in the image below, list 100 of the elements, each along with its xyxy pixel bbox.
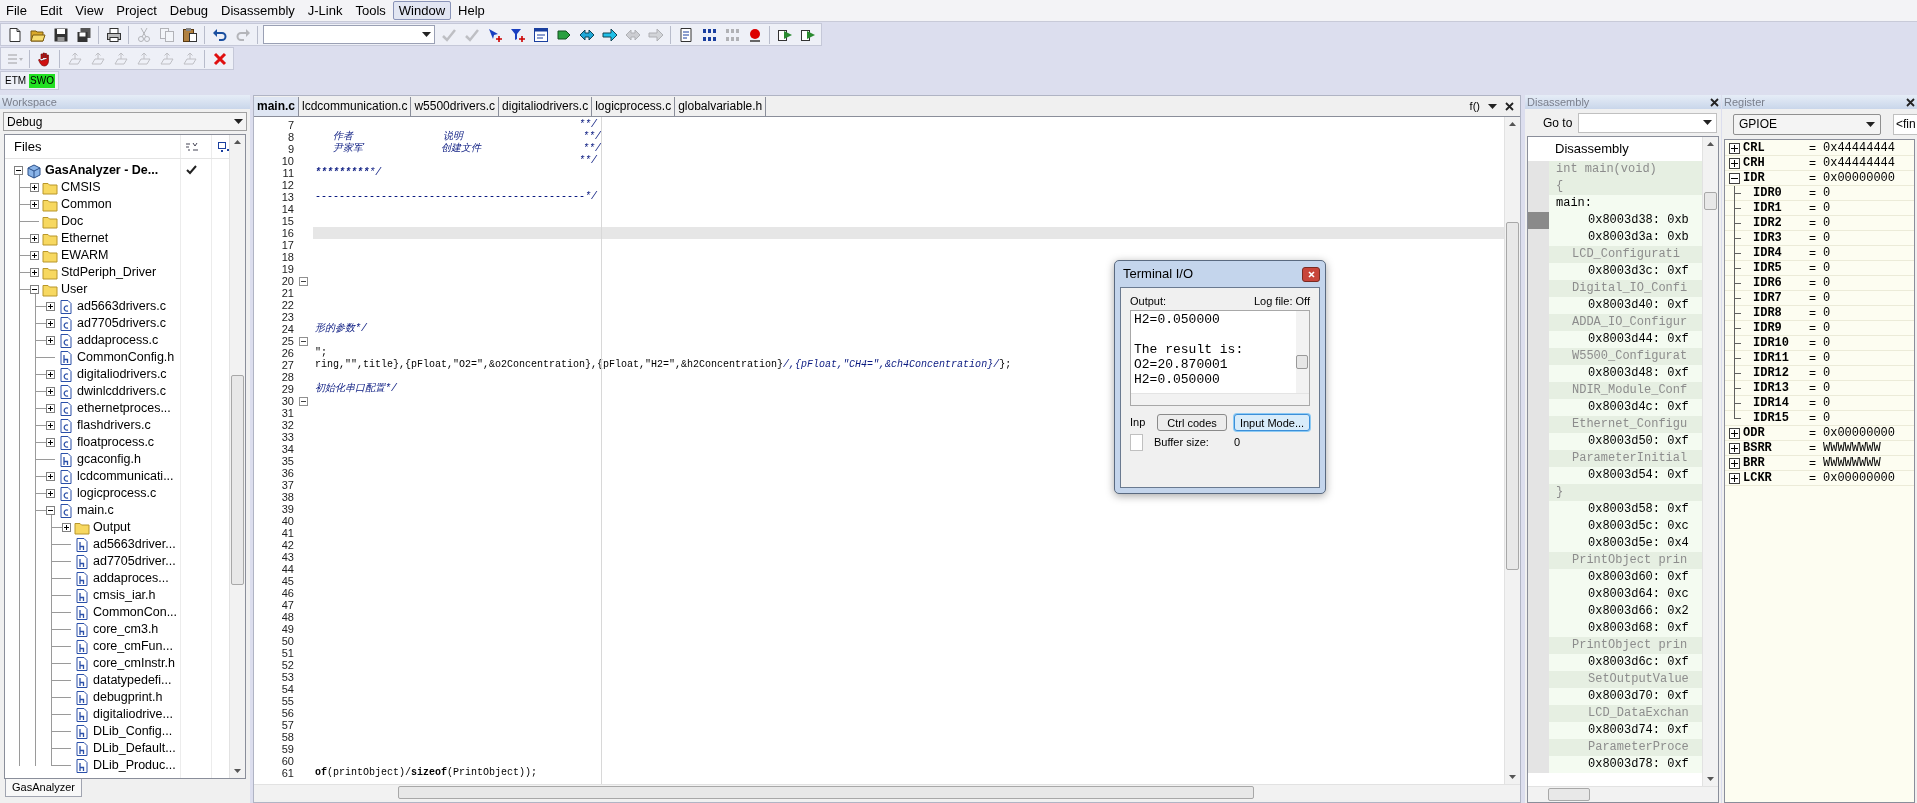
trace-toggle[interactable]: ETM xyxy=(4,73,28,88)
vertical-scrollbar[interactable] xyxy=(1296,311,1309,393)
down-arrow-icon[interactable] xyxy=(234,769,241,773)
scroll-thumb[interactable] xyxy=(1296,355,1308,369)
tree-item[interactable]: CMSIS xyxy=(61,180,101,195)
expand-toggle[interactable] xyxy=(1728,142,1740,154)
expand-toggle[interactable] xyxy=(30,268,39,277)
dropdown-field[interactable] xyxy=(263,25,435,44)
save-all-icon[interactable] xyxy=(75,26,92,43)
editor-tab[interactable]: globalvariable.h xyxy=(675,97,767,116)
editor-tab[interactable]: lcdcommunication.c xyxy=(299,97,412,116)
tree-item[interactable]: core_cmInstr.h xyxy=(93,656,175,671)
collapse-icon[interactable] xyxy=(299,396,308,406)
close-icon[interactable] xyxy=(1906,97,1915,107)
tree-item[interactable]: lcdcommunicati... xyxy=(77,469,174,484)
new-file-icon[interactable] xyxy=(6,26,23,43)
menu-item[interactable]: File xyxy=(0,1,33,20)
expand-toggle[interactable] xyxy=(46,302,55,311)
workspace-tab[interactable]: GasAnalyzer xyxy=(5,779,82,797)
editor-tab[interactable]: w5500drivers.c xyxy=(411,97,500,116)
expand-toggle[interactable] xyxy=(46,404,55,413)
tree-item[interactable]: GasAnalyzer - De... xyxy=(45,163,159,178)
tree-item[interactable]: CommonCon... xyxy=(93,605,178,620)
menu-item[interactable]: Tools xyxy=(349,1,392,20)
expand-toggle[interactable] xyxy=(46,370,55,379)
expand-toggle[interactable] xyxy=(1728,157,1740,169)
menu-item[interactable]: Window xyxy=(392,1,452,20)
funnel-plus-icon[interactable] xyxy=(509,26,526,43)
expand-toggle[interactable] xyxy=(46,387,55,396)
expand-toggle[interactable] xyxy=(30,251,39,260)
tree-item[interactable]: CommonConfig.h xyxy=(77,350,175,365)
horizontal-scrollbar[interactable] xyxy=(254,784,1520,800)
up-arrow-icon[interactable] xyxy=(1707,142,1714,146)
editor-tab[interactable]: digitaliodrivers.c xyxy=(499,97,593,116)
tree-item[interactable]: EWARM xyxy=(61,248,109,263)
goto-field[interactable] xyxy=(1578,112,1717,133)
tree-item[interactable]: floatprocess.c xyxy=(77,435,155,450)
editor-tab[interactable]: main.c xyxy=(254,97,299,116)
scroll-thumb[interactable] xyxy=(1548,788,1590,801)
expand-toggle[interactable] xyxy=(30,183,39,192)
dot-grid-icon[interactable] xyxy=(700,26,717,43)
up-arrow-icon[interactable] xyxy=(234,140,241,144)
tree-item[interactable]: ethernetproces... xyxy=(77,401,171,416)
tree-item[interactable]: core_cmFun... xyxy=(93,639,173,654)
expand-toggle[interactable] xyxy=(46,489,55,498)
expand-toggle[interactable] xyxy=(62,523,71,532)
tree-item[interactable]: dwinlcddrivers.c xyxy=(77,384,166,399)
expand-toggle[interactable] xyxy=(46,506,55,515)
save-icon[interactable] xyxy=(52,26,69,43)
tree-item[interactable]: debugprint.h xyxy=(93,690,163,705)
vertical-scrollbar[interactable] xyxy=(229,135,245,778)
expand-toggle[interactable] xyxy=(1728,442,1740,454)
tree-item[interactable]: addaproces... xyxy=(93,571,169,586)
menu-item[interactable]: J-Link xyxy=(301,1,349,20)
editor-tab[interactable]: logicprocess.c xyxy=(592,97,676,116)
up-arrow-icon[interactable] xyxy=(1509,122,1516,126)
scroll-thumb[interactable] xyxy=(398,786,1254,799)
document-lines-icon[interactable] xyxy=(677,26,694,43)
tree-item[interactable]: DLib_Config... xyxy=(93,724,173,739)
pointer-plus-icon[interactable] xyxy=(486,26,503,43)
menu-item[interactable]: Disassembly xyxy=(215,1,301,20)
x-mark-icon[interactable] xyxy=(211,50,228,67)
menu-item[interactable]: Edit xyxy=(33,1,69,20)
tree-item[interactable]: Ethernet xyxy=(61,231,109,246)
collapse-icon[interactable] xyxy=(299,336,308,346)
expand-toggle[interactable] xyxy=(30,234,39,243)
tree-item[interactable]: flashdrivers.c xyxy=(77,418,151,433)
tree-item[interactable]: User xyxy=(61,282,88,297)
find-field[interactable]: <fin xyxy=(1893,113,1917,135)
column-header[interactable]: Disassembly xyxy=(1555,139,1629,159)
scroll-thumb[interactable] xyxy=(1506,222,1519,570)
tree-item[interactable]: addaprocess.c xyxy=(77,333,159,348)
close-button[interactable] xyxy=(1302,266,1320,282)
tree-item[interactable]: StdPeriph_Driver xyxy=(61,265,157,280)
down-arrow-icon[interactable] xyxy=(1509,775,1516,779)
tree-item[interactable]: DLib_Produc... xyxy=(93,758,176,773)
dialog-button[interactable]: Input Mode... xyxy=(1234,414,1310,431)
tree-item[interactable]: datatypedefi... xyxy=(93,673,172,688)
paste-icon[interactable] xyxy=(181,26,198,43)
expand-toggle[interactable] xyxy=(1728,427,1740,439)
tree-item[interactable]: cmsis_iar.h xyxy=(93,588,156,603)
tree-item[interactable]: ad5663drivers.c xyxy=(77,299,166,314)
function-label[interactable]: f() xyxy=(1469,97,1480,115)
input-field[interactable] xyxy=(1130,434,1143,451)
tree-item[interactable]: main.c xyxy=(77,503,114,518)
tree-item[interactable]: ad7705drivers.c xyxy=(77,316,166,331)
options-icon[interactable] xyxy=(217,141,231,153)
vertical-scrollbar[interactable] xyxy=(1504,117,1520,784)
sort-icon[interactable] xyxy=(185,141,199,153)
expand-toggle[interactable] xyxy=(1728,472,1740,484)
expand-toggle[interactable] xyxy=(46,421,55,430)
expand-toggle[interactable] xyxy=(46,336,55,345)
tree-item[interactable]: gcaconfig.h xyxy=(77,452,141,467)
close-icon[interactable] xyxy=(1710,97,1719,107)
scroll-thumb[interactable] xyxy=(1704,192,1717,210)
tree-item[interactable]: ad7705driver... xyxy=(93,554,176,569)
collapse-icon[interactable] xyxy=(299,276,308,286)
horizontal-scrollbar[interactable] xyxy=(1528,786,1718,802)
tree-item[interactable]: digitaliodrive... xyxy=(93,707,173,722)
expand-toggle[interactable] xyxy=(46,472,55,481)
